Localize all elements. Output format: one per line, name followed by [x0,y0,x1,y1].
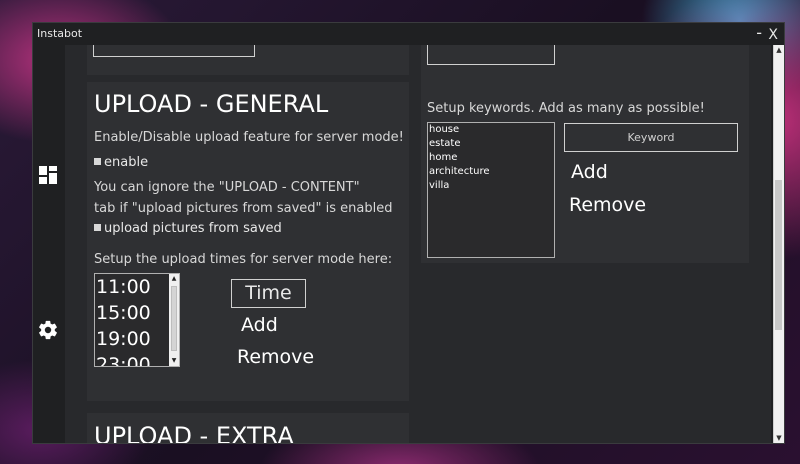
scroll-up-icon[interactable]: ▲ [169,274,179,284]
dashboard-icon[interactable] [37,164,59,186]
list-item[interactable]: 23:00 [95,352,179,366]
scroll-thumb[interactable] [171,286,177,351]
window-title: Instabot [37,27,83,40]
enable-checkbox[interactable]: enable [94,155,148,170]
add-time-button[interactable]: Add [241,314,278,336]
keyword-input[interactable]: Keyword [564,123,738,152]
remove-keyword-button[interactable]: Remove [569,194,646,216]
list-item[interactable]: 15:00 [95,300,179,326]
main-scrollbar[interactable]: ▲ ▼ [773,45,784,443]
upload-from-saved-checkbox[interactable]: upload pictures from saved [94,221,282,236]
times-description: Setup the upload times for server mode h… [94,252,393,267]
close-button[interactable]: X [768,25,778,45]
sidebar [33,45,65,443]
keywords-panel: Setup keywords. Add as many as possible!… [421,45,749,263]
title-bar: Instabot - X [33,23,784,45]
list-item[interactable]: villa [428,179,554,193]
list-item[interactable]: estate [428,137,554,151]
enable-description: Enable/Disable upload feature for server… [94,130,404,145]
list-item[interactable]: home [428,151,554,165]
main-content: UPLOAD - GENERAL Enable/Disable upload f… [65,45,771,443]
remove-time-button[interactable]: Remove [237,346,314,368]
enable-checkbox-label: enable [104,155,149,170]
list-item[interactable]: 11:00 [95,274,179,300]
upload-extra-panel: UPLOAD - EXTRA [87,413,409,443]
previous-section-panel [87,45,409,75]
previous-field-button[interactable] [427,45,555,65]
keywords-description: Setup keywords. Add as many as possible! [427,101,705,116]
add-keyword-button[interactable]: Add [571,161,608,183]
keywords-list[interactable]: house estate home architecture villa [427,122,555,258]
upload-general-panel: UPLOAD - GENERAL Enable/Disable upload f… [87,82,409,401]
scroll-down-icon[interactable]: ▼ [774,433,784,443]
list-scrollbar[interactable]: ▲ ▼ [169,274,179,366]
app-window: Instabot - X UPLOAD - GENERAL Enable/Dis [32,22,785,444]
list-item[interactable]: architecture [428,165,554,179]
scroll-up-icon[interactable]: ▲ [774,45,784,55]
list-item[interactable]: 19:00 [95,326,179,352]
scroll-thumb[interactable] [775,180,782,330]
checkbox-box [94,224,101,231]
gear-icon[interactable] [37,319,59,341]
upload-general-heading: UPLOAD - GENERAL [94,90,329,118]
previous-section-button[interactable] [93,45,255,57]
upload-times-list[interactable]: 11:00 15:00 19:00 23:00 ▲ ▼ [94,273,180,367]
minimize-button[interactable]: - [756,23,762,43]
scroll-down-icon[interactable]: ▼ [169,356,179,366]
checkbox-box [94,158,101,165]
list-item[interactable]: house [428,123,554,137]
ignore-note-line1: You can ignore the "UPLOAD - CONTENT" [94,180,360,195]
time-input-button[interactable]: Time [231,279,306,308]
upload-from-saved-label: upload pictures from saved [104,221,282,236]
ignore-note-line2: tab if "upload pictures from saved" is e… [94,201,393,216]
upload-extra-heading: UPLOAD - EXTRA [94,422,294,443]
